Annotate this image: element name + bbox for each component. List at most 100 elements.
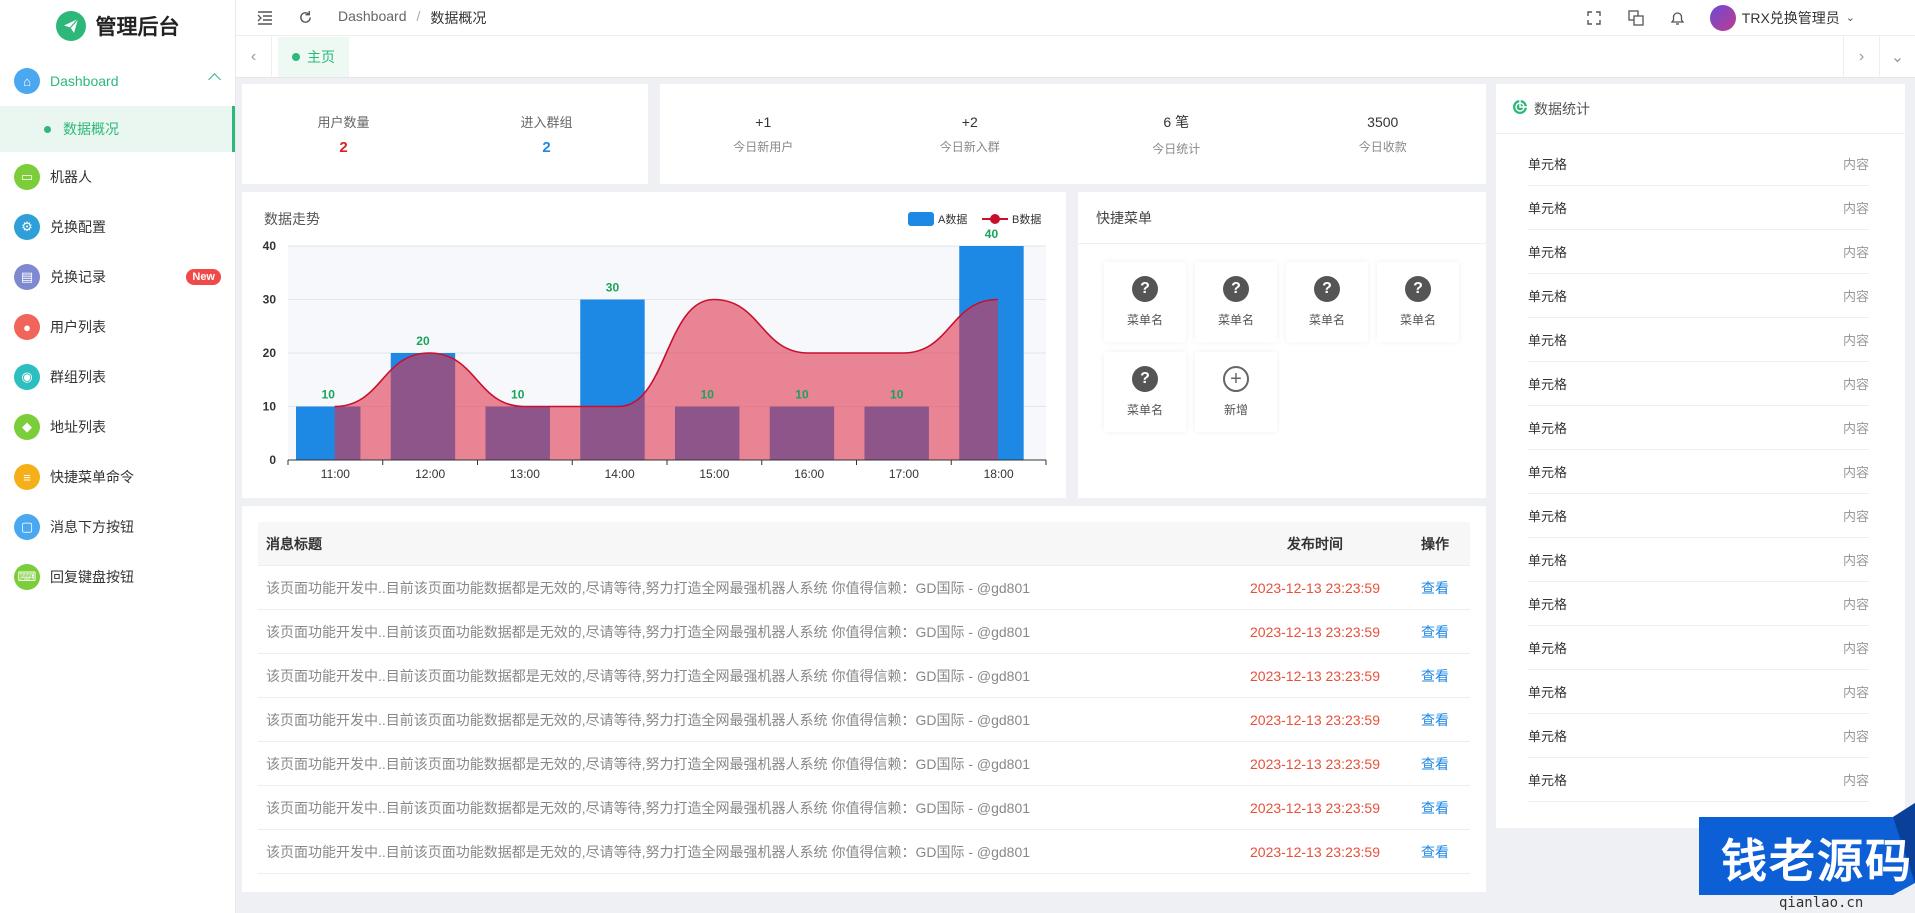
today-stat: 3500 今日收款 — [1280, 114, 1487, 155]
x-tick-label: 14:00 — [605, 467, 635, 481]
view-link[interactable]: 查看 — [1400, 666, 1470, 686]
watermark-text: 钱老源码 — [1721, 834, 1913, 888]
stats-row: 单元格 内容 — [1528, 318, 1869, 362]
user-count-value: 2 — [339, 139, 348, 156]
y-tick-label: 10 — [263, 400, 277, 414]
sidebar-item[interactable]: ◉ 群组列表 — [0, 352, 235, 402]
quick-menu-item[interactable]: ? 菜单名 — [1286, 262, 1368, 342]
sidebar-item[interactable]: ▭ 机器人 — [0, 152, 235, 202]
y-tick-label: 20 — [263, 346, 277, 360]
tabs-bar: ‹ 主页 › ⌄ — [236, 35, 1915, 78]
stats-row-key: 单元格 — [1528, 245, 1568, 260]
stats-row-key: 单元格 — [1528, 377, 1568, 392]
view-link[interactable]: 查看 — [1400, 622, 1470, 642]
data-stats-title: 数据统计 — [1534, 100, 1590, 117]
stats-row: 单元格 内容 — [1528, 362, 1869, 406]
group-icon: ◉ — [14, 364, 40, 390]
chart-title: 数据走势 — [264, 211, 320, 227]
message-time: 2023-12-13 23:23:59 — [1250, 623, 1380, 640]
view-link[interactable]: 查看 — [1400, 578, 1470, 598]
data-stats-card: 数据统计 单元格 内容 单元格 内容 单元格 内容 单元格 内容 单元格 内容 单元格 内容 单元格 内容… — [1496, 84, 1905, 828]
table-row: 该页面功能开发中..目前该页面功能数据都是无效的,尽请等待,努力打造全网最强机器… — [258, 830, 1470, 874]
stats-row-key: 单元格 — [1528, 641, 1568, 656]
stats-row-value: 内容 — [1842, 773, 1869, 788]
quick-menu-item[interactable]: ? 菜单名 — [1104, 262, 1186, 342]
table-row: 该页面功能开发中..目前该页面功能数据都是无效的,尽请等待,努力打造全网最强机器… — [258, 698, 1470, 742]
card-icon: ▢ — [14, 514, 40, 540]
trend-chart-card: 数据走势 0 10 20 30 40 10 20 10 30 10 10 10 40 11:00 12:00 1… — [242, 192, 1066, 498]
sidebar-item[interactable]: ⚙ 兑换配置 — [0, 202, 235, 252]
bar-data-label: 10 — [890, 388, 904, 402]
quick-menu-item[interactable]: ? 菜单名 — [1377, 262, 1459, 342]
sidebar-item-label: 用户列表 — [50, 319, 106, 335]
bell-icon[interactable] — [1668, 8, 1688, 28]
tabs-dropdown-icon[interactable]: ⌄ — [1879, 35, 1915, 78]
stats-row-value: 内容 — [1842, 289, 1869, 304]
today-stat: +1 今日新用户 — [660, 114, 867, 155]
avatar — [1709, 4, 1736, 31]
stats-row: 单元格 内容 — [1528, 230, 1869, 274]
view-link[interactable]: 查看 — [1400, 798, 1470, 818]
sliders-icon: ≡ — [14, 464, 40, 490]
stats-row: 单元格 内容 — [1528, 406, 1869, 450]
refresh-icon[interactable] — [294, 7, 316, 29]
legend-marker-b — [990, 214, 1000, 224]
sidebar-item[interactable]: ⌨ 回复键盘按钮 — [0, 552, 235, 602]
question-icon: ? — [1314, 276, 1340, 302]
translate-icon[interactable] — [1626, 8, 1646, 28]
bar-data-label: 30 — [606, 281, 620, 295]
tab-label: 主页 — [307, 48, 335, 65]
sidebar-item[interactable]: ▢ 消息下方按钮 — [0, 502, 235, 552]
y-tick-label: 40 — [263, 239, 277, 253]
sidebar-item[interactable]: ≡ 快捷菜单命令 — [0, 452, 235, 502]
quick-menu-label: 菜单名 — [1217, 313, 1254, 327]
sidebar-item[interactable]: ● 用户列表 — [0, 302, 235, 352]
message-time: 2023-12-13 23:23:59 — [1250, 579, 1380, 596]
plus-icon: + — [1223, 366, 1249, 392]
tabs-scroll-right-icon[interactable]: › — [1843, 35, 1879, 78]
stats-row-key: 单元格 — [1528, 553, 1568, 568]
x-tick-label: 11:00 — [321, 467, 350, 481]
message-title: 该页面功能开发中..目前该页面功能数据都是无效的,尽请等待,努力打造全网最强机器… — [266, 623, 1031, 640]
quick-menu-item[interactable]: ? 菜单名 — [1104, 352, 1186, 432]
sidebar-item[interactable]: ◆ 地址列表 — [0, 402, 235, 452]
today-stat-label: 今日统计 — [1152, 141, 1201, 156]
quick-menu-add-button[interactable]: + 新增 — [1195, 352, 1277, 432]
header-title: 消息标题 — [266, 535, 322, 552]
sidebar-subitem-label: 数据概况 — [63, 121, 119, 137]
group-count-value: 2 — [542, 139, 551, 156]
quick-menu-label: 菜单名 — [1308, 313, 1345, 327]
user-stats-card: 用户数量 2 进入群组 2 — [242, 84, 648, 184]
quick-menu-item[interactable]: ? 菜单名 — [1195, 262, 1277, 342]
sidebar-item[interactable]: ▤ 兑换记录 New — [0, 252, 235, 302]
user-name: TRX兑换管理员 — [1741, 9, 1840, 26]
logo[interactable]: 管理后台 — [0, 0, 235, 52]
menu-fold-icon[interactable] — [254, 7, 276, 29]
sidebar-item-label: 消息下方按钮 — [50, 519, 134, 535]
table-row: 该页面功能开发中..目前该页面功能数据都是无效的,尽请等待,努力打造全网最强机器… — [258, 742, 1470, 786]
stats-row-key: 单元格 — [1528, 729, 1568, 744]
message-title: 该页面功能开发中..目前该页面功能数据都是无效的,尽请等待,努力打造全网最强机器… — [266, 711, 1031, 728]
sidebar-item-label: 快捷菜单命令 — [50, 469, 134, 485]
stats-row: 单元格 内容 — [1528, 626, 1869, 670]
x-tick-label: 18:00 — [984, 467, 1014, 481]
keyboard-icon: ⌨ — [14, 564, 40, 590]
sidebar-item[interactable]: ⌂ Dashboard — [0, 56, 235, 106]
bar-data-label: 10 — [701, 388, 715, 402]
fullscreen-icon[interactable] — [1584, 8, 1604, 28]
today-stats-card: +1 今日新用户 +2 今日新入群 6 笔今日统计 3500 今日收款 — [660, 84, 1486, 184]
tab-home[interactable]: 主页 — [278, 36, 349, 77]
table-row: 该页面功能开发中..目前该页面功能数据都是无效的,尽请等待,努力打造全网最强机器… — [258, 786, 1470, 830]
view-link[interactable]: 查看 — [1400, 842, 1470, 862]
stats-row-key: 单元格 — [1528, 773, 1568, 788]
data-stats-list: 单元格 内容 单元格 内容 单元格 内容 单元格 内容 单元格 内容 单元格 内容 单元格 内容 单元格 内容… — [1496, 134, 1905, 802]
breadcrumb-dashboard[interactable]: Dashboard — [338, 8, 407, 28]
view-link[interactable]: 查看 — [1400, 710, 1470, 730]
view-link[interactable]: 查看 — [1400, 754, 1470, 774]
today-stat: +2 今日新入群 — [867, 114, 1074, 155]
user-menu[interactable]: TRX兑换管理员 ⌄ — [1709, 4, 1855, 31]
message-title: 该页面功能开发中..目前该页面功能数据都是无效的,尽请等待,努力打造全网最强机器… — [266, 843, 1031, 860]
data-stats-header: 数据统计 — [1496, 84, 1905, 134]
sidebar-subitem-overview[interactable]: 数据概况 — [0, 106, 235, 152]
tabs-scroll-left-icon[interactable]: ‹ — [236, 35, 272, 78]
